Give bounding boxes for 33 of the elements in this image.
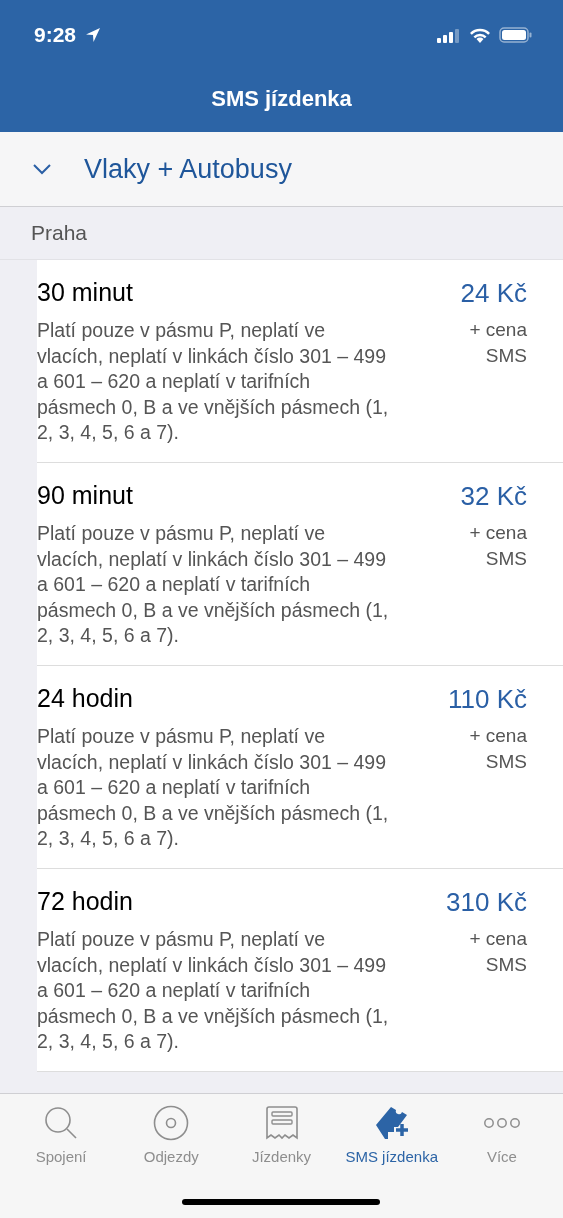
tab[interactable]: SMS jízdenka <box>336 1094 447 1218</box>
ticket-price: 24 Kč <box>459 278 527 309</box>
ticket-name: 72 hodin <box>37 887 134 916</box>
ticket-description: Platí pouze v pásmu P, neplatí ve vlacích, neplatí v linkách číslo 301 – 499 a 601 – 620 a neplatí v tarifních pásmech 0, B a ve vnějších pásmech (1, 2, 3, 4, 5, 6 a 7). <box>37 927 389 1054</box>
ticket-row[interactable]: 24 hodin Platí pouze v pásmu P, neplatí ve vlacích, neplatí v linkách číslo 301 – 499 a 601 – 620 a neplatí v tarifních pásmech 0, B a ve vnějších pásmech (1, 2, 3, 4, 5, 6 a 7). 110 Kč + cena SMS <box>37 666 563 869</box>
ticket-plus-icon <box>373 1104 410 1142</box>
chevron-icon <box>32 163 52 175</box>
ticket-description: Platí pouze v pásmu P, neplatí ve vlacích, neplatí v linkách číslo 301 – 499 a 601 – 620 a neplatí v tarifních pásmech 0, B a ve vnějších pásmech (1, 2, 3, 4, 5, 6 a 7). <box>37 318 389 445</box>
ticket-description: Platí pouze v pásmu P, neplatí ve vlacích, neplatí v linkách číslo 301 – 499 a 601 – 620 a neplatí v tarifních pásmech 0, B a ve vnějších pásmech (1, 2, 3, 4, 5, 6 a 7). <box>37 724 389 851</box>
location-arrow-icon <box>84 26 103 44</box>
screen-title: SMS jízdenka <box>210 86 353 112</box>
ticket-row[interactable]: 72 hodin Platí pouze v pásmu P, neplatí ve vlacích, neplatí v linkách číslo 301 – 499 a 601 – 620 a neplatí v tarifních pásmech 0, B a ve vnějších pásmech (1, 2, 3, 4, 5, 6 a 7). 310 Kč + cena SMS <box>37 869 563 1072</box>
ticket-row[interactable]: 30 minut Platí pouze v pásmu P, neplatí ve vlacích, neplatí v linkách číslo 301 – 499 a 601 – 620 a neplatí v tarifních pásmech 0, B a ve vnějších pásmech (1, 2, 3, 4, 5, 6 a 7). 24 Kč + cena SMS <box>37 260 563 463</box>
receipt-icon <box>263 1104 300 1142</box>
ticket-description: Platí pouze v pásmu P, neplatí ve vlacích, neplatí v linkách číslo 301 – 499 a 601 – 620 a neplatí v tarifních pásmech 0, B a ve vnějších pásmech (1, 2, 3, 4, 5, 6 a 7). <box>37 521 389 648</box>
battery-icon <box>499 27 533 43</box>
more-icon <box>482 1116 521 1130</box>
ticket-price: 310 Kč <box>445 887 527 918</box>
ticket-row[interactable]: 90 minut Platí pouze v pásmu P, neplatí ve vlacích, neplatí v linkách číslo 301 – 499 a 601 – 620 a neplatí v tarifních pásmech 0, B a ve vnějších pásmech (1, 2, 3, 4, 5, 6 a 7). 32 Kč + cena SMS <box>37 463 563 666</box>
price-note: + cena SMS <box>468 724 527 774</box>
ticket-name: 90 minut <box>37 481 134 510</box>
status-time: 9:28 <box>34 23 77 47</box>
ticket-name: 30 minut <box>37 278 134 307</box>
price-note: + cena SMS <box>468 521 527 571</box>
price-note: + cena SMS <box>468 318 527 368</box>
ticket-price: 110 Kč <box>447 684 527 715</box>
ticket-price: 32 Kč <box>459 481 527 512</box>
disc-icon <box>153 1104 190 1142</box>
wifi-icon <box>469 27 491 43</box>
price-note: + cena SMS <box>468 927 527 977</box>
ticket-name: 24 hodin <box>37 684 134 713</box>
signal-icon <box>437 27 461 43</box>
category-selector[interactable]: Vlaky + Autobusy <box>0 132 563 207</box>
